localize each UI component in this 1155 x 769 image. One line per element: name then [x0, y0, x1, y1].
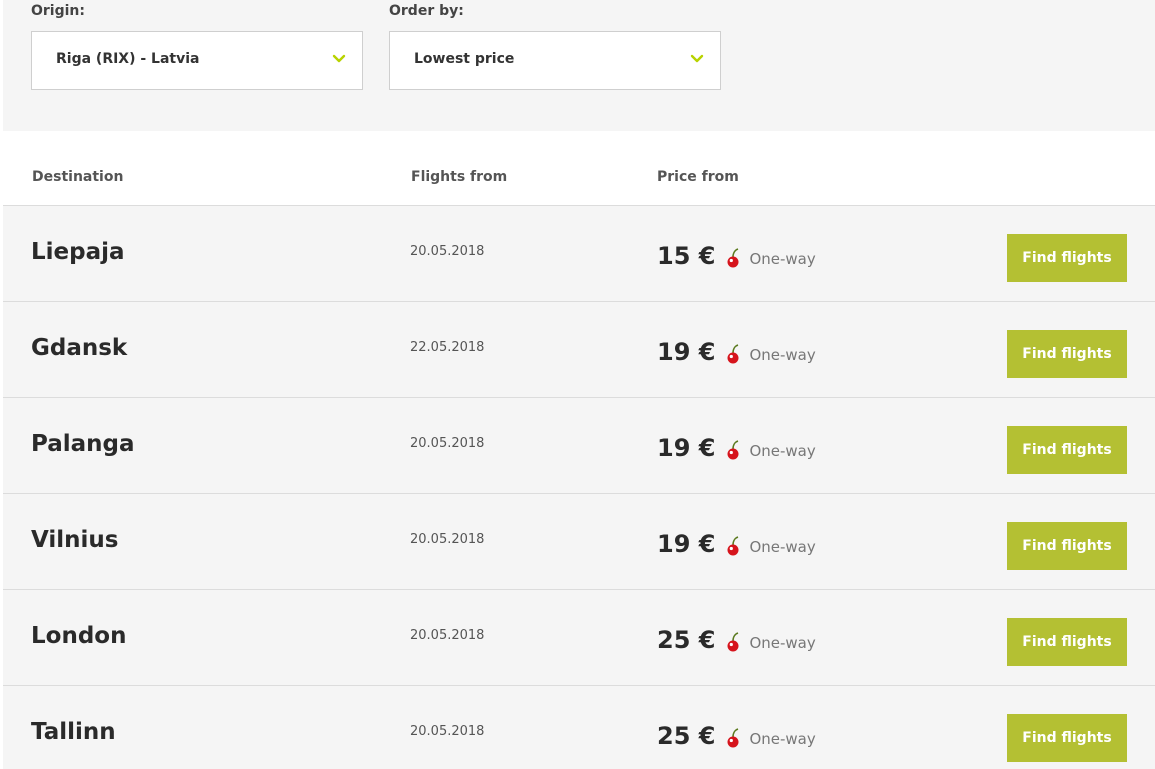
price-value: 25 €: [657, 722, 716, 750]
price-block: 25 € One-way: [657, 718, 816, 748]
destination-name: Gdansk: [31, 335, 128, 361]
find-flights-button[interactable]: Find flights: [1007, 618, 1127, 666]
find-flights-button[interactable]: Find flights: [1007, 714, 1127, 762]
find-flights-button[interactable]: Find flights: [1007, 234, 1127, 282]
trip-type: One-way: [749, 634, 816, 652]
trip-type: One-way: [749, 730, 816, 748]
find-flights-button[interactable]: Find flights: [1007, 426, 1127, 474]
order-select-value: Lowest price: [414, 51, 515, 67]
price-value: 19 €: [657, 338, 716, 366]
order-label: Order by:: [389, 3, 464, 19]
find-flights-button[interactable]: Find flights: [1007, 522, 1127, 570]
price-block: 19 € One-way: [657, 430, 816, 460]
destination-name: Liepaja: [31, 239, 125, 265]
price-from-header: Price from: [657, 169, 739, 185]
price-value: 19 €: [657, 434, 716, 462]
price-block: 25 € One-way: [657, 622, 816, 652]
origin-label: Origin:: [31, 3, 85, 19]
flight-date: 20.05.2018: [410, 436, 485, 451]
table-row: London 20.05.2018 25 € One-way Find flig…: [3, 590, 1155, 686]
trip-type: One-way: [749, 250, 816, 268]
cherry-icon: [727, 344, 739, 364]
cherry-icon: [727, 536, 739, 556]
trip-type: One-way: [749, 346, 816, 364]
chevron-down-icon: [332, 54, 346, 63]
order-select[interactable]: Lowest price: [389, 31, 721, 90]
destination-header: Destination: [32, 169, 124, 185]
table-row: Tallinn 20.05.2018 25 € One-way Find fli…: [3, 686, 1155, 769]
price-value: 15 €: [657, 242, 716, 270]
cherry-icon: [727, 440, 739, 460]
flight-date: 20.05.2018: [410, 244, 485, 259]
cherry-icon: [727, 728, 739, 748]
price-value: 19 €: [657, 530, 716, 558]
destination-name: Tallinn: [31, 719, 116, 745]
destination-name: Vilnius: [31, 527, 119, 553]
cherry-icon: [727, 248, 739, 268]
price-block: 15 € One-way: [657, 238, 816, 268]
price-block: 19 € One-way: [657, 334, 816, 364]
flight-date: 22.05.2018: [410, 340, 485, 355]
table-row: Palanga 20.05.2018 19 € One-way Find fli…: [3, 398, 1155, 494]
table-row: Gdansk 22.05.2018 19 € One-way Find flig…: [3, 302, 1155, 398]
origin-select-value: Riga (RIX) - Latvia: [56, 51, 200, 67]
flight-date: 20.05.2018: [410, 724, 485, 739]
flight-date: 20.05.2018: [410, 532, 485, 547]
price-block: 19 € One-way: [657, 526, 816, 556]
find-flights-button[interactable]: Find flights: [1007, 330, 1127, 378]
trip-type: One-way: [749, 442, 816, 460]
cherry-icon: [727, 632, 739, 652]
table-row: Vilnius 20.05.2018 19 € One-way Find fli…: [3, 494, 1155, 590]
table-row: Liepaja 20.05.2018 15 € One-way Find fli…: [3, 206, 1155, 302]
table-header: Destination Flights from Price from: [3, 131, 1155, 206]
destination-name: Palanga: [31, 431, 135, 457]
origin-select[interactable]: Riga (RIX) - Latvia: [31, 31, 363, 90]
destination-name: London: [31, 623, 127, 649]
price-value: 25 €: [657, 626, 716, 654]
filters-panel: Origin: Riga (RIX) - Latvia Order by: Lo…: [3, 0, 1155, 131]
trip-type: One-way: [749, 538, 816, 556]
flights-from-header: Flights from: [411, 169, 508, 185]
chevron-down-icon: [690, 54, 704, 63]
flight-date: 20.05.2018: [410, 628, 485, 643]
